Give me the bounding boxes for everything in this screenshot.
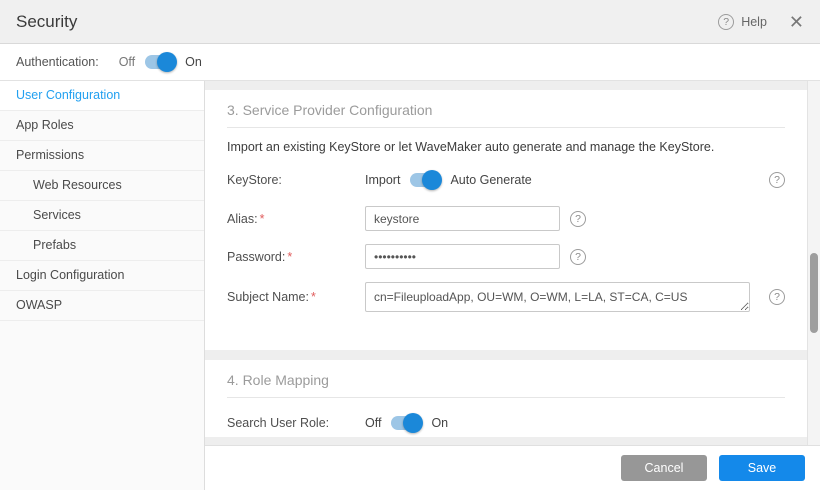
required-asterisk: * — [260, 212, 265, 226]
security-sidebar: User Configuration App Roles Permissions… — [0, 81, 205, 490]
sidebar-item-login-configuration[interactable]: Login Configuration — [0, 261, 204, 291]
required-asterisk: * — [311, 290, 316, 304]
sidebar-item-label: User Configuration — [16, 88, 120, 102]
alias-row: Alias:* ? — [227, 206, 785, 231]
subject-name-label: Subject Name:* — [227, 290, 365, 304]
authentication-bar: Authentication: Off On — [0, 44, 820, 81]
scrollbar-thumb[interactable] — [810, 253, 818, 333]
password-label-text: Password: — [227, 250, 285, 264]
sidebar-item-label: Web Resources — [33, 178, 122, 192]
alias-label-text: Alias: — [227, 212, 258, 226]
sidebar-item-label: App Roles — [16, 118, 74, 132]
section-title-service-provider: 3. Service Provider Configuration — [227, 102, 785, 128]
section-description: Import an existing KeyStore or let WaveM… — [227, 140, 785, 154]
sidebar-item-permissions[interactable]: Permissions — [0, 141, 204, 171]
role-mapping-section: 4. Role Mapping Search User Role: Off On — [205, 360, 807, 437]
sidebar-item-label: Services — [33, 208, 81, 222]
authentication-off-label: Off — [119, 55, 135, 69]
page-title: Security — [16, 12, 77, 32]
header-actions: ? Help ✕ — [718, 13, 804, 31]
password-help-icon[interactable]: ? — [570, 249, 586, 265]
keystore-import-label: Import — [365, 173, 400, 187]
toggle-knob — [157, 52, 177, 72]
dialog-header: Security ? Help ✕ — [0, 0, 820, 44]
password-row: Password:* ? — [227, 244, 785, 269]
close-icon[interactable]: ✕ — [789, 13, 804, 31]
search-user-role-on-label: On — [431, 416, 448, 430]
keystore-toggle[interactable] — [410, 173, 440, 187]
authentication-label: Authentication: — [16, 55, 99, 69]
sidebar-item-prefabs[interactable]: Prefabs — [0, 231, 204, 261]
sidebar-item-web-resources[interactable]: Web Resources — [0, 171, 204, 201]
service-provider-section: 3. Service Provider Configuration Import… — [205, 90, 807, 350]
authentication-toggle[interactable] — [145, 55, 175, 69]
toggle-knob — [403, 413, 423, 433]
sidebar-item-user-configuration[interactable]: User Configuration — [0, 81, 204, 111]
sidebar-item-label: Permissions — [16, 148, 84, 162]
help-icon[interactable]: ? — [718, 14, 734, 30]
keystore-help-icon[interactable]: ? — [769, 172, 785, 188]
sidebar-item-label: Login Configuration — [16, 268, 124, 282]
sidebar-item-owasp[interactable]: OWASP — [0, 291, 204, 321]
subject-name-help-icon[interactable]: ? — [769, 289, 785, 305]
search-user-role-toggle[interactable] — [391, 416, 421, 430]
password-input[interactable] — [365, 244, 560, 269]
authentication-on-label: On — [185, 55, 202, 69]
subject-name-row: Subject Name:* cn=FileuploadApp, OU=WM, … — [227, 282, 785, 312]
sidebar-item-app-roles[interactable]: App Roles — [0, 111, 204, 141]
save-button[interactable]: Save — [719, 455, 805, 481]
cancel-button[interactable]: Cancel — [621, 455, 707, 481]
alias-help-icon[interactable]: ? — [570, 211, 586, 227]
toggle-knob — [422, 170, 442, 190]
search-user-role-row: Search User Role: Off On — [227, 416, 785, 430]
sidebar-item-services[interactable]: Services — [0, 201, 204, 231]
sidebar-item-label: OWASP — [16, 298, 62, 312]
security-dialog: Security ? Help ✕ Authentication: Off On… — [0, 0, 820, 490]
alias-input[interactable] — [365, 206, 560, 231]
required-asterisk: * — [287, 250, 292, 264]
help-label[interactable]: Help — [741, 15, 767, 29]
sidebar-item-label: Prefabs — [33, 238, 76, 252]
search-user-role-off-label: Off — [365, 416, 381, 430]
keystore-label: KeyStore: — [227, 173, 365, 187]
search-user-role-label: Search User Role: — [227, 416, 365, 430]
alias-label: Alias:* — [227, 212, 365, 226]
keystore-row: KeyStore: Import Auto Generate ? — [227, 172, 785, 188]
keystore-autogenerate-label: Auto Generate — [450, 173, 531, 187]
vertical-scrollbar[interactable] — [807, 81, 820, 445]
subject-name-textarea[interactable]: cn=FileuploadApp, OU=WM, O=WM, L=LA, ST=… — [365, 282, 750, 312]
subject-name-label-text: Subject Name: — [227, 290, 309, 304]
footer-bar: Cancel Save — [205, 445, 820, 490]
main-content: 3. Service Provider Configuration Import… — [205, 81, 820, 490]
password-label: Password:* — [227, 250, 365, 264]
section-title-role-mapping: 4. Role Mapping — [227, 372, 785, 398]
